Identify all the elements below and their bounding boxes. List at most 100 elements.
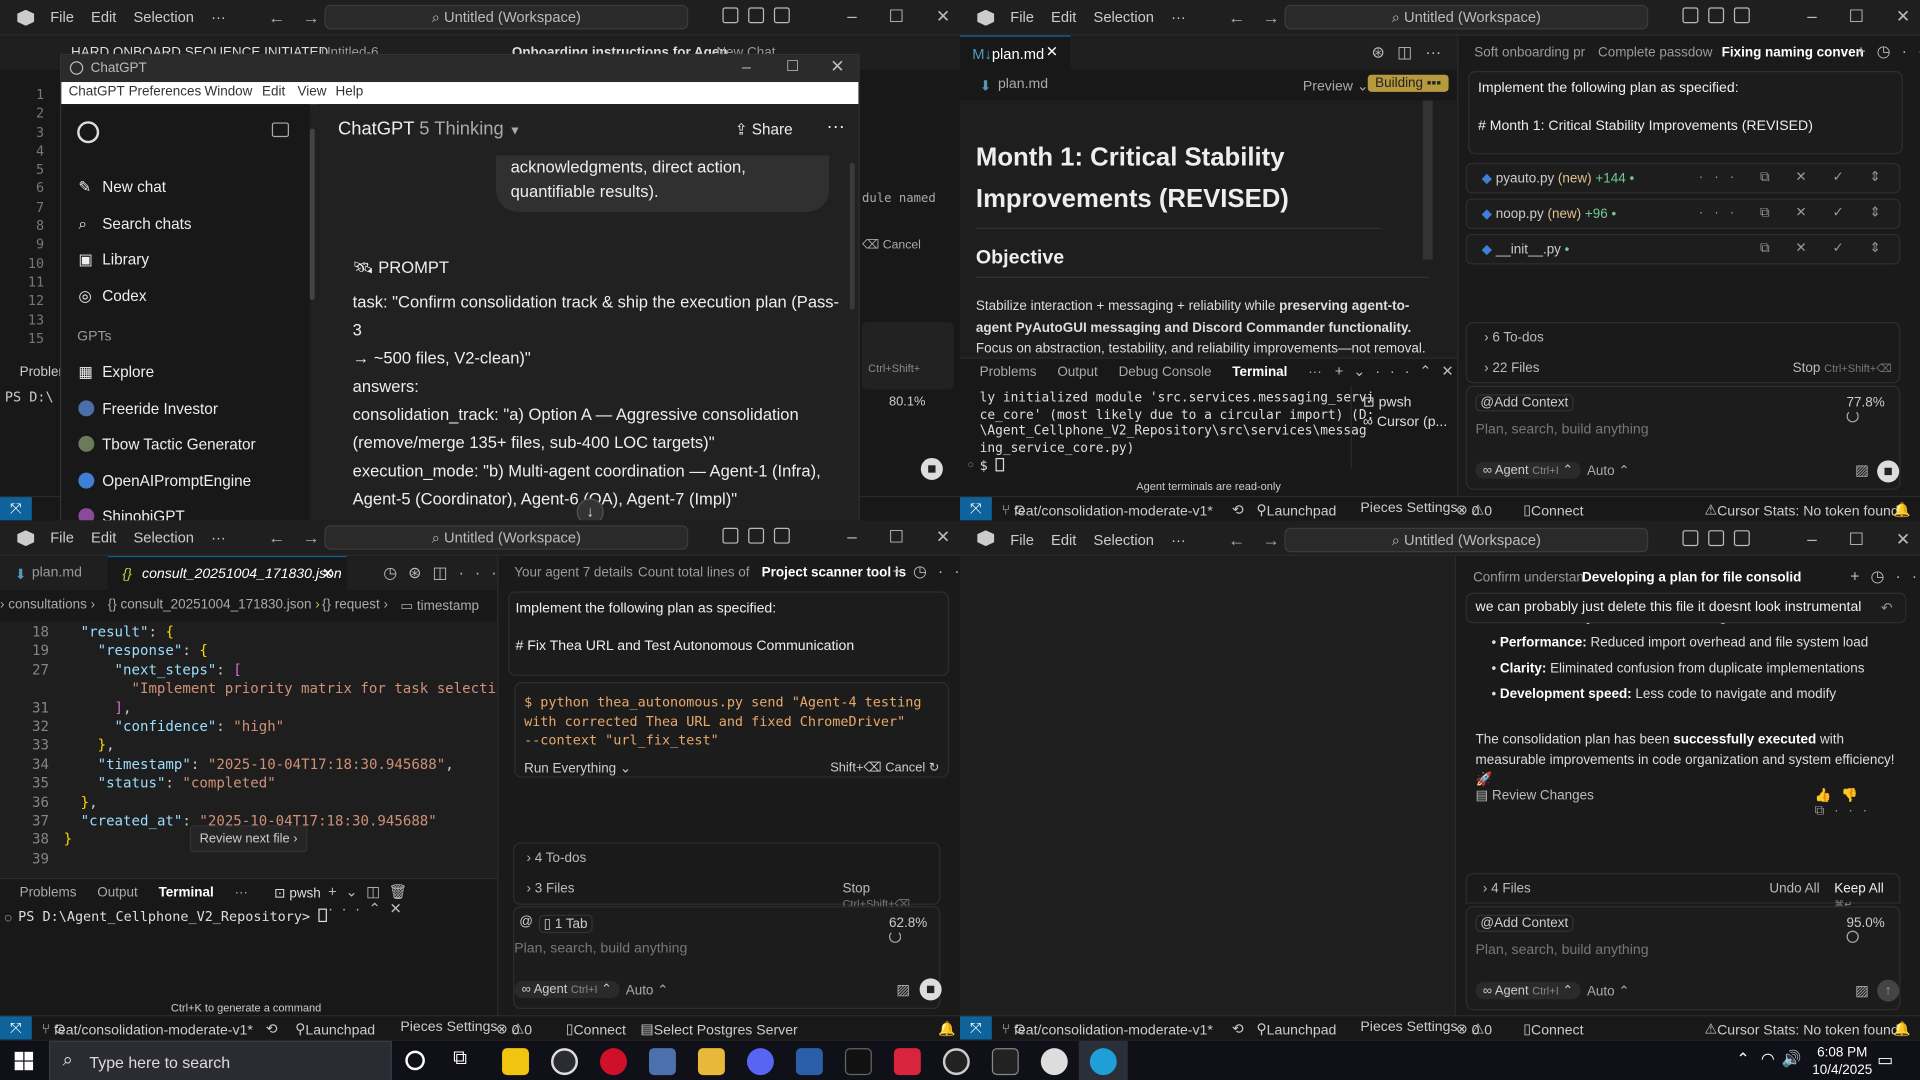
problems-indicator[interactable]: ⊗ 0 ⚠ 0 (1456, 501, 1492, 519)
branch-indicator[interactable]: ⑂ feat/consolidation-moderate-v1* ⊙ (1002, 1020, 1213, 1038)
stop-button[interactable]: Stop Ctrl+Shift+⌫ (1793, 361, 1892, 376)
chat-input[interactable]: Plan, search, build anything (1476, 422, 1649, 437)
file-change-item[interactable]: ◆ __init__.py • ⧉ ✕ ✓ ⇕ (1465, 233, 1901, 265)
menu-selection[interactable]: Selection (1094, 531, 1154, 548)
tab-plan-md[interactable]: ⬇ plan.md (0, 556, 108, 590)
sidebar-item-new-chat[interactable]: ✎ New chat (78, 170, 191, 206)
terminal-prompt[interactable]: $ (980, 457, 1005, 474)
model-selector[interactable]: Auto ⌃ (626, 982, 669, 998)
layout-icon[interactable] (773, 7, 790, 24)
chat-tab-actions-icon[interactable]: +◷··· (1856, 42, 1920, 62)
file-actions-icon[interactable]: ··· ⧉ ✕ ✓ ⇕ (1699, 204, 1892, 221)
command-center-search[interactable]: ⌕ Untitled (Workspace) (1284, 4, 1649, 30)
github-desktop-icon[interactable] (942, 1048, 970, 1076)
bg-cancel[interactable]: ⌫ Cancel (862, 239, 921, 252)
chat-tab[interactable]: Your agent 7 details (514, 566, 633, 581)
breadcrumb-item[interactable]: {} consult_20251004_171830.json › (108, 598, 320, 613)
pieces-icon[interactable] (1040, 1048, 1068, 1076)
more-actions-icon[interactable]: ··· (1425, 43, 1441, 61)
menu-file[interactable]: File (1010, 531, 1034, 548)
menu-window[interactable]: Window (204, 84, 252, 99)
command-center-search[interactable]: ⌕ Untitled (Workspace) (324, 4, 689, 30)
connect[interactable]: ▯ Connect (1523, 1020, 1583, 1038)
menu-edit[interactable]: Edit (1051, 9, 1076, 26)
breadcrumb-item[interactable]: {} request › (322, 598, 388, 613)
agent-mode-selector[interactable]: ∞ Agent Ctrl+I ⌃ (514, 980, 620, 998)
copilot-icon[interactable]: ⊛ (1371, 43, 1384, 63)
cursor-stats[interactable]: ⚠ Cursor Stats: No token found (1705, 501, 1899, 519)
bell-icon[interactable]: 🔔 (1893, 501, 1911, 518)
model-selector[interactable]: Auto ⌃ (1587, 463, 1630, 479)
edge-active-tile[interactable] (1078, 1040, 1128, 1080)
chat-tab-actions-icon[interactable]: +◷··· (1850, 567, 1920, 587)
minimize-icon[interactable]: – (1807, 529, 1817, 550)
files-toggle[interactable]: › 22 Files (1484, 361, 1539, 376)
preview-dropdown[interactable]: Preview ⌄ (1303, 77, 1369, 95)
wifi-icon[interactable]: ◠ (1761, 1049, 1775, 1069)
gpt-item-freeride[interactable]: Freeride Investor (78, 391, 255, 427)
task-view-icon[interactable]: ⧉ (453, 1048, 467, 1070)
building-badge[interactable]: Building ▪▪▪ (1367, 74, 1449, 92)
menu-view[interactable]: View (298, 84, 327, 99)
terminal-selector[interactable]: ⊡ pwsh (274, 885, 320, 902)
close-icon[interactable]: ✕ (1046, 43, 1058, 60)
menu-more[interactable]: ··· (211, 529, 226, 546)
powershell-icon[interactable] (795, 1048, 823, 1076)
minimize-icon[interactable]: – (742, 58, 751, 76)
chat-input[interactable]: Plan, search, build anything (1476, 943, 1649, 958)
add-context-button[interactable]: @Add Context (1475, 914, 1574, 932)
tab-more[interactable]: ··· (1308, 365, 1321, 380)
taskbar-search[interactable]: ⌕ Type here to search (48, 1040, 392, 1080)
edge-icon[interactable] (1089, 1048, 1117, 1076)
layout-toggles[interactable] (1682, 7, 1750, 24)
model-selector[interactable]: Auto ⌃ (1587, 983, 1630, 999)
minimize-icon[interactable]: – (1807, 6, 1817, 27)
menu-file[interactable]: File (50, 529, 74, 546)
launchpad[interactable]: ⚲ Launchpad (295, 1020, 375, 1038)
agent-mode-selector[interactable]: ∞ Agent Ctrl+I ⌃ (1475, 461, 1581, 479)
menu-more[interactable]: ··· (1171, 9, 1186, 26)
tab-context-pill[interactable]: ▯ 1 Tab (538, 914, 593, 934)
terminal-prompt[interactable]: ○ PS D:\Agent_Cellphone_V2_Repository> (5, 908, 327, 924)
tab-debug-console[interactable]: Debug Console (1119, 365, 1212, 380)
x-app-icon[interactable] (991, 1048, 1019, 1076)
file-explorer-icon[interactable] (697, 1048, 725, 1076)
review-changes-button[interactable]: ▤ Review Changes (1476, 787, 1594, 804)
close-icon[interactable]: ✕ (830, 56, 844, 77)
todos-toggle[interactable]: › 4 To-dos (527, 851, 587, 866)
at-mention-button[interactable]: @ (519, 915, 533, 930)
branch-indicator[interactable]: ⑂ feat/consolidation-moderate-v1* ⊙ (1002, 501, 1213, 519)
close-icon[interactable]: ✕ (1896, 6, 1910, 27)
terminal-item-pwsh[interactable]: ⊡ pwsh (1363, 393, 1412, 411)
cancel-button[interactable]: Shift+⌫ Cancel ↻ (830, 760, 939, 775)
command-center-search[interactable]: ⌕ Untitled (Workspace) (324, 525, 689, 550)
review-next-file-button[interactable]: Review next file › (189, 825, 308, 853)
pieces-settings[interactable]: Pieces Settings (400, 1020, 497, 1035)
menu-file[interactable]: File (50, 9, 74, 26)
file-change-item[interactable]: ◆ noop.py (new) +96 • ··· ⧉ ✕ ✓ ⇕ (1465, 198, 1901, 229)
split-editor-icon[interactable]: ◫ (1397, 43, 1412, 63)
chatgpt-app-icon[interactable] (551, 1048, 578, 1076)
notifications-icon[interactable]: ▭ (1877, 1049, 1893, 1070)
sidebar-scrollbar[interactable] (309, 128, 315, 301)
tab-more[interactable]: ··· (235, 885, 248, 900)
chat-tab[interactable]: Confirm understan (1473, 571, 1584, 586)
tab-terminal[interactable]: Terminal (159, 885, 214, 900)
menu-edit[interactable]: Edit (1051, 531, 1076, 548)
cortana-icon[interactable] (405, 1050, 425, 1071)
pieces-settings[interactable]: Pieces Settings (1360, 501, 1457, 516)
tab-terminal[interactable]: Terminal (1232, 365, 1287, 380)
discord-icon[interactable] (746, 1048, 774, 1076)
chat-scrollbar[interactable] (849, 162, 855, 310)
scroll-down-button[interactable]: ↓ (576, 498, 604, 521)
window-controls[interactable]: – ☐ ✕ (847, 527, 950, 548)
bg-stop-button[interactable] (920, 457, 943, 481)
files-toggle[interactable]: › 4 Files (1483, 882, 1531, 897)
recorder-icon[interactable] (893, 1048, 921, 1076)
image-icon[interactable]: ▨ (1855, 982, 1869, 999)
undo-icon[interactable]: ↶ (1881, 599, 1893, 616)
chat-tab[interactable]: Count total lines of (638, 566, 750, 581)
problems-indicator[interactable]: ⊗ 0 ⚠ 0 (496, 1020, 532, 1038)
problems-indicator[interactable]: ⊗ 0 ⚠ 0 (1456, 1020, 1492, 1038)
todos-toggle[interactable]: › 6 To-dos (1484, 331, 1544, 346)
